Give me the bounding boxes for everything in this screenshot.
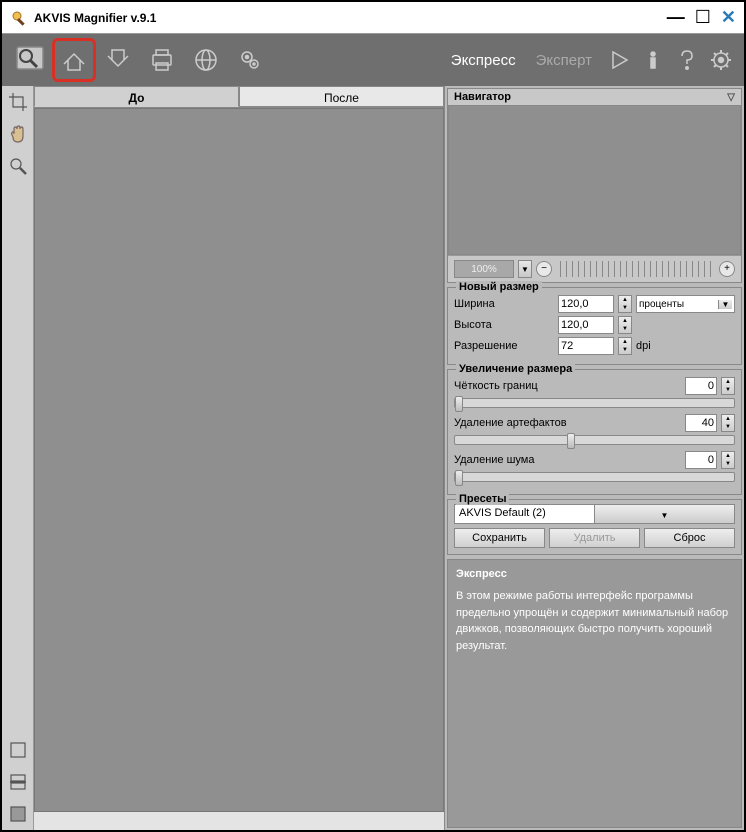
main-toolbar: Экспресс Эксперт	[2, 34, 744, 86]
settings-button[interactable]	[704, 43, 738, 77]
edge-spinner[interactable]: ▲▼	[721, 377, 735, 395]
resolution-label: Разрешение	[454, 340, 554, 352]
main-canvas-area: До После	[34, 86, 444, 830]
preset-combo[interactable]: AKVIS Default (2) ▼	[454, 504, 735, 524]
chevron-down-icon: ▼	[594, 505, 734, 523]
maximize-button[interactable]: ☐	[695, 7, 711, 28]
canvas-scrollbar[interactable]	[34, 812, 444, 830]
preset-current: AKVIS Default (2)	[455, 505, 594, 523]
width-label: Ширина	[454, 298, 554, 310]
info-title: Экспресс	[456, 568, 733, 580]
titlebar: AKVIS Magnifier v.9.1 — ☐ ✕	[2, 2, 744, 34]
view-preview[interactable]	[2, 798, 34, 830]
info-text: В этом режиме работы интерфейс программы…	[456, 588, 733, 654]
height-label: Высота	[454, 319, 554, 331]
crop-tool[interactable]	[2, 86, 34, 118]
resolution-input[interactable]	[558, 337, 614, 355]
close-button[interactable]: ✕	[721, 7, 736, 28]
mode-expert[interactable]: Эксперт	[536, 52, 592, 69]
edge-label: Чёткость границ	[454, 380, 681, 392]
zoom-out-button[interactable]: −	[536, 261, 552, 277]
save-button[interactable]	[96, 38, 140, 82]
right-panel: Навигатор ▽ 100% ▼ − + Новый размер Шири…	[444, 86, 744, 830]
navigator-title: Навигатор	[454, 91, 511, 103]
width-input[interactable]	[558, 295, 614, 313]
upscale-group: Увеличение размера Чёткость границ ▲▼ Уд…	[447, 369, 742, 495]
side-toolbar	[2, 86, 34, 830]
edge-slider[interactable]	[454, 398, 735, 408]
noise-spinner[interactable]: ▲▼	[721, 451, 735, 469]
batch-button[interactable]	[228, 38, 272, 82]
open-folder-button[interactable]	[52, 38, 96, 82]
new-size-group: Новый размер Ширина ▲▼ проценты▼ Высота …	[447, 287, 742, 365]
artifact-value[interactable]	[685, 414, 717, 432]
view-split[interactable]	[2, 766, 34, 798]
info-panel: Экспресс В этом режиме работы интерфейс …	[447, 559, 742, 828]
window-controls: — ☐ ✕	[667, 7, 736, 28]
content-area: До После Навигатор ▽ 100% ▼ − +	[2, 86, 744, 830]
upscale-title: Увеличение размера	[456, 363, 575, 375]
hand-tool[interactable]	[2, 118, 34, 150]
resolution-spinner[interactable]: ▲▼	[618, 337, 632, 355]
noise-slider[interactable]	[454, 472, 735, 482]
window-title: AKVIS Magnifier v.9.1	[34, 11, 667, 25]
publish-button[interactable]	[184, 38, 228, 82]
height-input[interactable]	[558, 316, 614, 334]
presets-title: Пресеты	[456, 493, 509, 505]
view-single[interactable]	[2, 734, 34, 766]
zoom-dropdown[interactable]: ▼	[518, 260, 532, 278]
canvas-tabs: До После	[34, 86, 444, 108]
new-size-title: Новый размер	[456, 281, 542, 293]
artifact-label: Удаление артефактов	[454, 417, 681, 429]
edge-value[interactable]	[685, 377, 717, 395]
height-spinner[interactable]: ▲▼	[618, 316, 632, 334]
help-button[interactable]	[670, 43, 704, 77]
presets-group: Пресеты AKVIS Default (2) ▼ Сохранить Уд…	[447, 499, 742, 555]
tab-after[interactable]: После	[239, 86, 444, 107]
noise-value[interactable]	[685, 451, 717, 469]
app-window: AKVIS Magnifier v.9.1 — ☐ ✕ Экспресс Экс…	[0, 0, 746, 832]
print-button[interactable]	[140, 38, 184, 82]
navigator-header[interactable]: Навигатор ▽	[448, 89, 741, 105]
info-button[interactable]	[636, 43, 670, 77]
units-combo[interactable]: проценты▼	[636, 295, 735, 313]
mode-express[interactable]: Экспресс	[451, 52, 516, 69]
preset-reset-button[interactable]: Сброс	[644, 528, 735, 548]
mode-tabs: Экспресс Эксперт	[451, 52, 592, 69]
canvas[interactable]	[34, 108, 444, 812]
open-image-button[interactable]	[8, 38, 52, 82]
preset-delete-button[interactable]: Удалить	[549, 528, 640, 548]
artifact-spinner[interactable]: ▲▼	[721, 414, 735, 432]
navigator-preview[interactable]	[448, 105, 741, 255]
width-spinner[interactable]: ▲▼	[618, 295, 632, 313]
dpi-label: dpi	[636, 340, 651, 352]
navigator-zoom-controls: 100% ▼ − +	[448, 255, 741, 282]
tab-before[interactable]: До	[34, 86, 239, 107]
navigator-panel: Навигатор ▽ 100% ▼ − +	[447, 88, 742, 283]
zoom-tool[interactable]	[2, 150, 34, 182]
zoom-in-button[interactable]: +	[719, 261, 735, 277]
artifact-slider[interactable]	[454, 435, 735, 445]
app-icon	[10, 9, 28, 27]
preset-save-button[interactable]: Сохранить	[454, 528, 545, 548]
zoom-slider[interactable]	[560, 261, 711, 277]
minimize-button[interactable]: —	[667, 7, 685, 28]
noise-label: Удаление шума	[454, 454, 681, 466]
chevron-down-icon: ▽	[727, 92, 735, 103]
run-button[interactable]	[602, 43, 636, 77]
zoom-percent: 100%	[454, 260, 514, 278]
